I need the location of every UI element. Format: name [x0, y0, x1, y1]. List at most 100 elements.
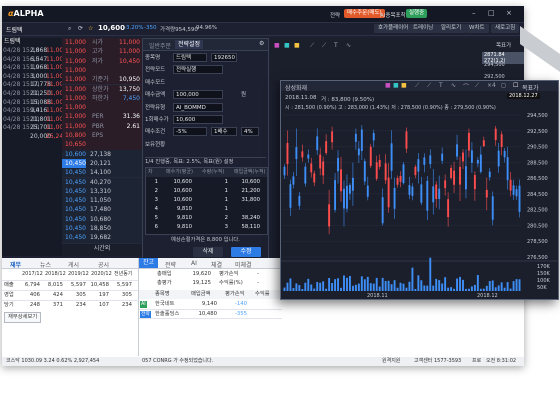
checkbox-icon[interactable]: ☐ — [513, 82, 518, 89]
orderbook-row[interactable]: 10,450 19,682 — [62, 233, 142, 244]
orderbook-price[interactable]: 10,800 — [62, 131, 86, 140]
modify-button[interactable]: 수정 — [231, 247, 261, 257]
tab-finance[interactable]: 재무 — [10, 260, 21, 269]
tab-disclosure[interactable]: 공시 — [98, 260, 109, 269]
orderbook-price[interactable]: 10,450 — [62, 224, 86, 233]
field-input[interactable]: 전략실행 — [173, 65, 223, 75]
field-input[interactable]: 드림텍 — [173, 53, 207, 62]
zoom-icon[interactable]: ×4 — [487, 82, 496, 89]
afterhours-label[interactable]: 시간외 — [62, 244, 142, 254]
orderbook-price[interactable]: 11,000 — [62, 57, 86, 66]
target-price-toggle[interactable]: 목표가 — [496, 41, 511, 49]
target-price-toggle[interactable]: 목표가 — [522, 83, 539, 92]
star-icon[interactable]: ☆ — [88, 25, 93, 32]
w-chart-button[interactable]: W차트 — [465, 24, 489, 33]
color-swatch-icon[interactable]: ■ — [294, 42, 300, 49]
orderbook-price[interactable]: 10,450 — [62, 158, 86, 169]
orderbook-price[interactable]: 11,000 — [62, 112, 86, 121]
drawing-tool-icon[interactable]: ⌒ — [463, 82, 469, 91]
orderbook-price[interactable]: 10,450 — [62, 178, 86, 187]
text-tool-icon[interactable]: T — [334, 42, 338, 49]
volume-bar — [459, 276, 461, 291]
field-input[interactable]: AI_BOMMD — [173, 102, 223, 112]
y-tick-label: 292,500 — [527, 129, 548, 135]
menu-buy-order[interactable]: 매수주문(매도) — [344, 9, 385, 18]
drawing-tool-icon[interactable]: ⟋ — [475, 82, 479, 90]
drawing-tool-icon[interactable]: ⟋ — [310, 42, 314, 50]
orderbook-price[interactable]: 11,000 — [62, 85, 86, 94]
drawing-tool-icon[interactable]: ⟋ — [427, 82, 431, 90]
field-extra[interactable]: 192650 — [211, 53, 237, 62]
drawing-tool-icon[interactable]: ∿ — [451, 82, 456, 89]
orderbook-price[interactable]: 10,450 — [62, 187, 86, 196]
close-button[interactable]: × — [506, 9, 512, 17]
maximize-button[interactable]: □ — [488, 9, 495, 17]
orderbook-price[interactable]: 11,000 — [62, 94, 86, 103]
field-input[interactable]: 10,600 — [173, 115, 223, 124]
refresh-icon[interactable]: ⟳ — [78, 25, 83, 32]
candle-body — [435, 184, 438, 200]
gear-icon[interactable]: ⚙ — [259, 40, 264, 47]
reload-button[interactable]: 새로고침 — [491, 24, 520, 33]
field-extra[interactable]: 1배수 — [211, 127, 237, 137]
orderbook-price[interactable]: 11,000 — [62, 75, 86, 84]
table-row[interactable]: AI 한국네트 9,140 -140 — [139, 300, 282, 310]
stock-name-cell: 한솔홀딩스 — [155, 310, 180, 317]
color-swatch-icon[interactable]: ■ — [274, 42, 280, 49]
orderbook-price[interactable]: 11,000 — [62, 122, 86, 131]
text-tool-icon[interactable]: T — [439, 82, 443, 89]
tab-strategy-setting[interactable]: 전략설정 — [175, 40, 204, 49]
tab-news[interactable]: 뉴스 — [40, 260, 51, 269]
orderbook-price[interactable]: 10,450 — [62, 205, 86, 214]
volume-bar — [369, 283, 372, 291]
field-extra2[interactable]: 4% — [241, 127, 259, 137]
column-header: 2020/12 — [91, 271, 112, 277]
orderbook-price[interactable]: 10,600 — [62, 150, 86, 159]
tab-ai[interactable]: AI — [191, 260, 197, 267]
tab-strategy[interactable]: 전략 — [165, 260, 176, 269]
field-input[interactable]: -5% — [173, 127, 207, 137]
orderbook-price[interactable]: 11,000 — [62, 47, 86, 56]
tab-unexecuted[interactable]: 미체결 — [235, 260, 252, 269]
orderbook-price[interactable]: 11,000 — [62, 103, 86, 112]
orderbook-price[interactable]: 11,000 — [62, 66, 86, 75]
stock-name-cell: 한국네트 — [155, 301, 175, 307]
table-row[interactable]: 전략 한솔홀딩스 10,480 -355 — [139, 310, 282, 320]
stock-name[interactable]: 드림텍 — [6, 25, 23, 34]
alert-button[interactable]: 알리토기 — [437, 24, 466, 33]
tab-balance[interactable]: 잔고 — [139, 258, 159, 268]
menu-ai-capture[interactable]: AI종목포착 — [380, 11, 406, 19]
remote-support-link[interactable]: 원격지원 — [382, 357, 400, 366]
field-input[interactable]: 100,000 — [173, 90, 223, 100]
menu-strategy[interactable]: 전략 — [330, 11, 340, 19]
tab-normal-order[interactable]: 일반주문 — [149, 41, 171, 50]
drawing-tool-icon[interactable]: ∿ — [346, 42, 351, 49]
search-icon[interactable]: ⌕ — [68, 25, 71, 33]
candle-body — [444, 180, 447, 189]
minimize-button[interactable]: – — [472, 9, 476, 17]
orderbook-price[interactable]: 10,450 — [62, 233, 86, 242]
candle-body — [488, 171, 491, 178]
drawing-tool-icon[interactable]: ⟋ — [322, 42, 326, 50]
orderbook-price[interactable]: 10,450 — [62, 168, 86, 177]
tab-executed[interactable]: 체결 — [211, 260, 222, 269]
color-swatch-icon[interactable]: ■ — [385, 82, 391, 89]
volume-bar — [357, 283, 360, 291]
orderbook-price[interactable]: 10,650 — [62, 140, 86, 149]
color-swatch-icon[interactable]: ■ — [393, 82, 399, 89]
color-swatch-icon[interactable]: ■ — [401, 82, 407, 89]
candle-body — [432, 186, 435, 203]
tab-board[interactable]: 게시 — [68, 260, 79, 269]
orderbook-price[interactable]: 10,450 — [62, 196, 86, 205]
delete-button[interactable]: 삭제 — [193, 247, 223, 257]
financial-detail-button[interactable]: 재무상세보기 — [4, 312, 42, 323]
color-swatch-icon[interactable]: ■ — [284, 42, 290, 49]
orderbook-price[interactable]: 11,000 — [62, 38, 86, 47]
drawing-tool-icon[interactable]: ⟋ — [415, 82, 419, 90]
candlestick-plot[interactable]: 294,500 292,500 290,500 288,500 286,500 284,5… — [281, 111, 558, 297]
orderbook-price[interactable]: 10,450 — [62, 215, 86, 224]
training-button[interactable]: 트레이닝 — [409, 24, 438, 33]
hoga-player-button[interactable]: 호가플레이어 — [374, 24, 413, 33]
eraser-icon[interactable]: ◻ — [501, 82, 506, 89]
menu-running[interactable]: 실행중 — [406, 9, 428, 18]
